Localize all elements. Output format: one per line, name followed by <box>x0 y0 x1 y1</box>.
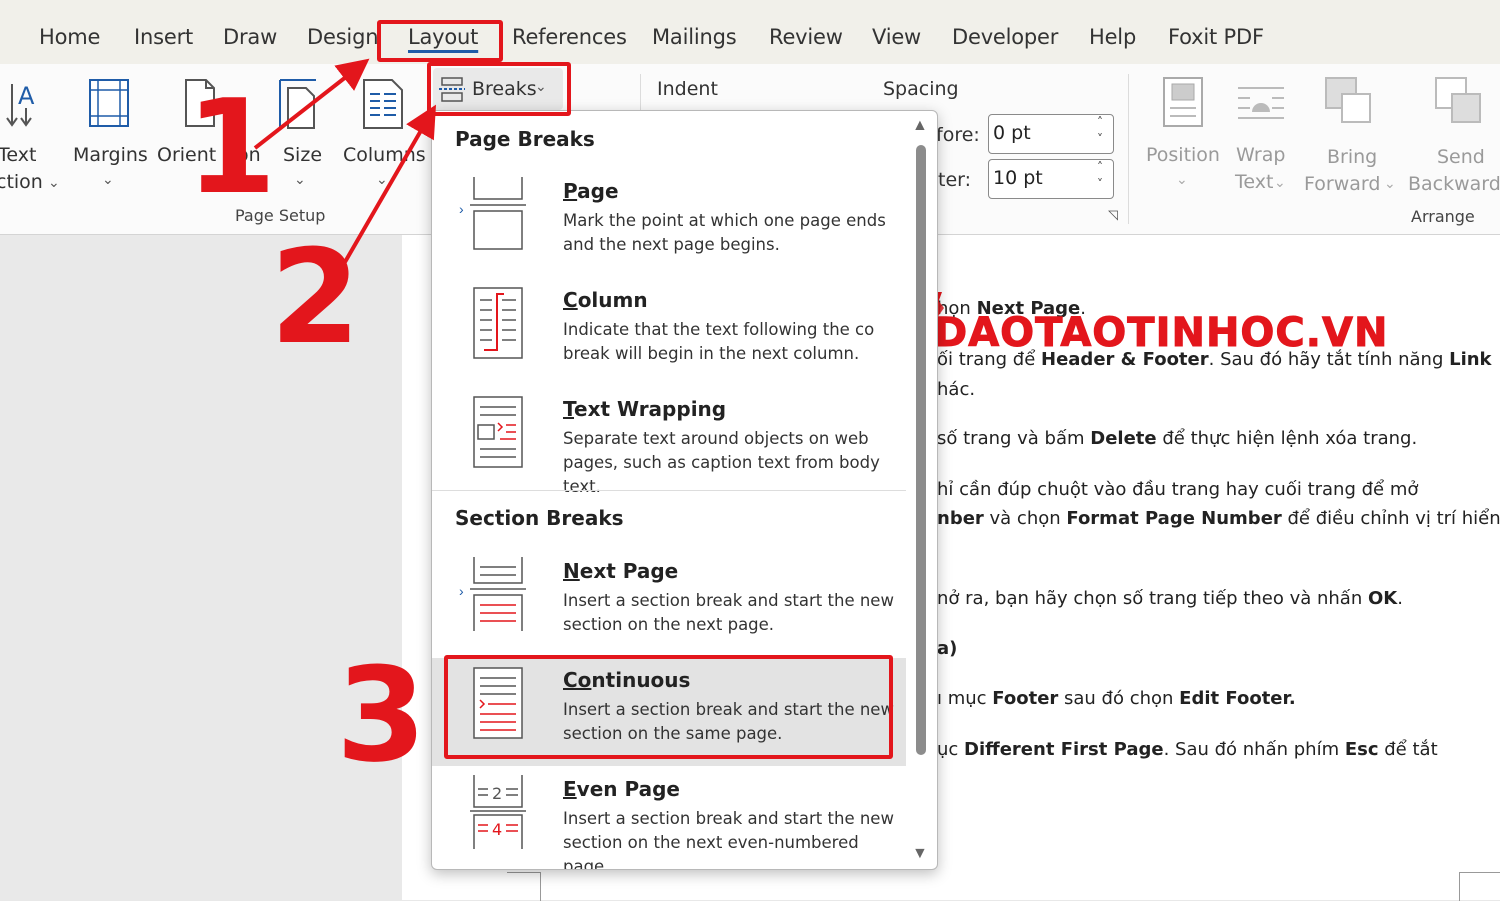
step-number-3: 3 <box>336 639 427 791</box>
step-number-2: 2 <box>270 221 361 373</box>
step-number-1: 1 <box>186 71 277 223</box>
